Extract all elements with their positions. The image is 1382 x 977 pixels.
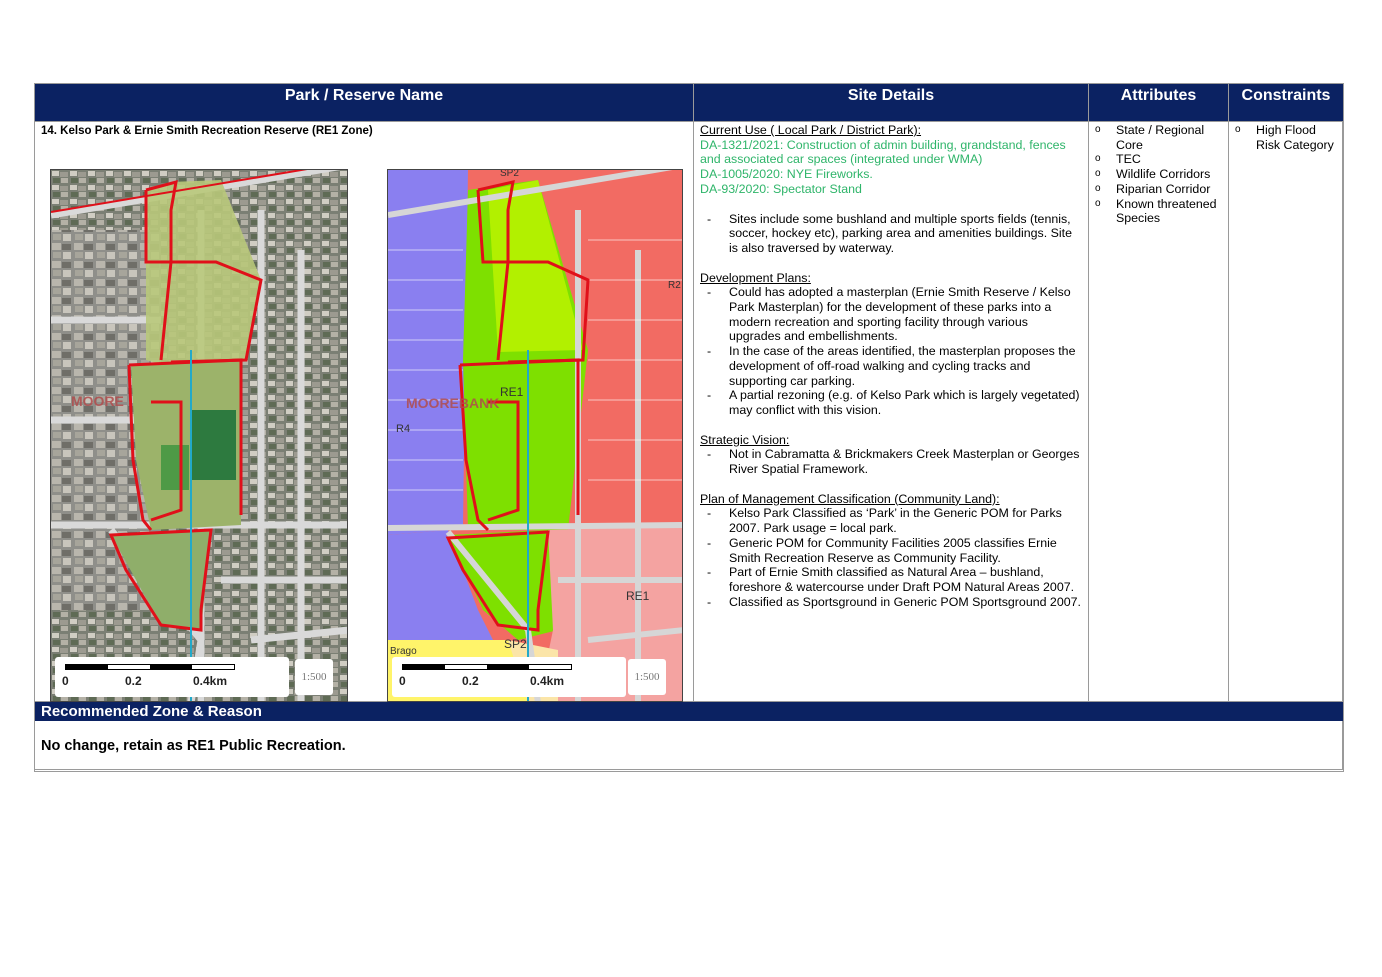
planning-sheet: Park / Reserve Name Site Details Attribu… — [34, 83, 1344, 772]
aerial-scale-04: 0.4km — [193, 673, 228, 688]
pom-item-3: Part of Ernie Smith classified as Natura… — [700, 565, 1082, 594]
zoning-suburb-label: MOOREBANK — [406, 395, 499, 411]
recommendation-heading: Recommended Zone & Reason — [35, 702, 1343, 721]
attribute-item: Known threatened Species — [1095, 197, 1228, 226]
aerial-map-image: MOORE — [51, 169, 347, 701]
zoning-scale-02: 0.2 — [462, 673, 479, 688]
park-cell: 14. Kelso Park & Ernie Smith Recreation … — [34, 121, 694, 702]
header-attributes: Attributes — [1088, 83, 1229, 122]
zoning-map: MOOREBANK RE1 RE1 SP2 R4 SP2 R2 Brago 0 … — [387, 168, 683, 702]
da-line-2: DA-1005/2020: NYE Fireworks. — [700, 167, 873, 182]
recommendation-text: No change, retain as RE1 Public Recreati… — [41, 738, 346, 754]
reserve-title: 14. Kelso Park & Ernie Smith Recreation … — [41, 125, 373, 137]
aerial-zoom-button[interactable]: 1:500 — [295, 658, 333, 695]
aerial-scale-bar: 0 0.2 0.4km — [55, 656, 289, 697]
recommendation-row: Recommended Zone & Reason No change, ret… — [34, 701, 1344, 772]
zoning-zoom-button[interactable]: 1:500 — [628, 658, 666, 695]
attribute-item: State / Regional Core — [1095, 123, 1228, 152]
pom-item-2: Generic POM for Community Facilities 200… — [700, 536, 1082, 565]
zoning-label-re1-b: RE1 — [626, 589, 650, 603]
development-heading: Development Plans: — [700, 270, 811, 285]
header-row: Park / Reserve Name Site Details Attribu… — [34, 83, 1344, 122]
zoning-label-sp2-b: SP2 — [500, 170, 519, 179]
zoning-scale-04: 0.4km — [530, 673, 565, 688]
strategic-heading: Strategic Vision: — [700, 432, 790, 447]
aerial-map: MOORE 0 0.2 0.4km 1:500 — [50, 168, 348, 702]
header-site-details: Site Details — [693, 83, 1089, 122]
da-line-3: DA-93/2020: Spectator Stand — [700, 181, 862, 196]
reserve-row: 14. Kelso Park & Ernie Smith Recreation … — [34, 121, 1344, 702]
strategic-item: Not in Cabramatta & Brickmakers Creek Ma… — [700, 447, 1082, 476]
zoning-scale-0: 0 — [399, 673, 406, 688]
attribute-item: TEC — [1095, 152, 1228, 167]
development-item-2: In the case of the areas identified, the… — [700, 344, 1082, 388]
zoning-label-r2: R2 — [668, 280, 681, 291]
map-panel: MOORE 0 0.2 0.4km 1:500 MOOREBANK RE1 RE… — [35, 139, 693, 702]
zoning-label-r4: R4 — [396, 423, 410, 435]
zoning-scale-bar: 0 0.2 0.4km — [392, 656, 626, 697]
zoning-label-sp2-a: SP2 — [504, 637, 527, 651]
attribute-item: Riparian Corridor — [1095, 182, 1228, 197]
aerial-suburb-label: MOORE — [71, 393, 124, 409]
header-park-name: Park / Reserve Name — [34, 83, 694, 122]
pom-item-4: Classified as Sportsground in Generic PO… — [700, 595, 1082, 610]
site-details-cell: Current Use ( Local Park / District Park… — [693, 121, 1089, 702]
zoning-label-re1-a: RE1 — [500, 385, 524, 399]
constraints-cell: High Flood Risk Category — [1228, 121, 1344, 702]
reserve-table: Park / Reserve Name Site Details Attribu… — [34, 83, 1344, 772]
aerial-scale-02: 0.2 — [125, 673, 142, 688]
zoning-label-brago: Brago — [390, 646, 417, 657]
constraint-item: High Flood Risk Category — [1235, 123, 1343, 152]
zoning-map-image: MOOREBANK RE1 RE1 SP2 R4 SP2 R2 Brago — [388, 169, 682, 701]
pom-heading: Plan of Management Classification (Commu… — [700, 491, 1000, 506]
development-item-3: A partial rezoning (e.g. of Kelso Park w… — [700, 388, 1082, 417]
current-use-heading: Current Use ( Local Park / District Park… — [700, 123, 922, 137]
aerial-scale-0: 0 — [62, 673, 69, 688]
pom-item-1: Kelso Park Classified as ‘Park’ in the G… — [700, 506, 1082, 535]
attribute-item: Wildlife Corridors — [1095, 167, 1228, 182]
header-constraints: Constraints — [1228, 83, 1344, 122]
development-item-1: Could has adopted a masterplan (Ernie Sm… — [700, 285, 1082, 344]
da-line-1: DA-1321/2021: Construction of admin buil… — [700, 137, 1066, 167]
attributes-cell: State / Regional Core TEC Wildlife Corri… — [1088, 121, 1229, 702]
current-use-item: Sites include some bushland and multiple… — [700, 212, 1082, 256]
